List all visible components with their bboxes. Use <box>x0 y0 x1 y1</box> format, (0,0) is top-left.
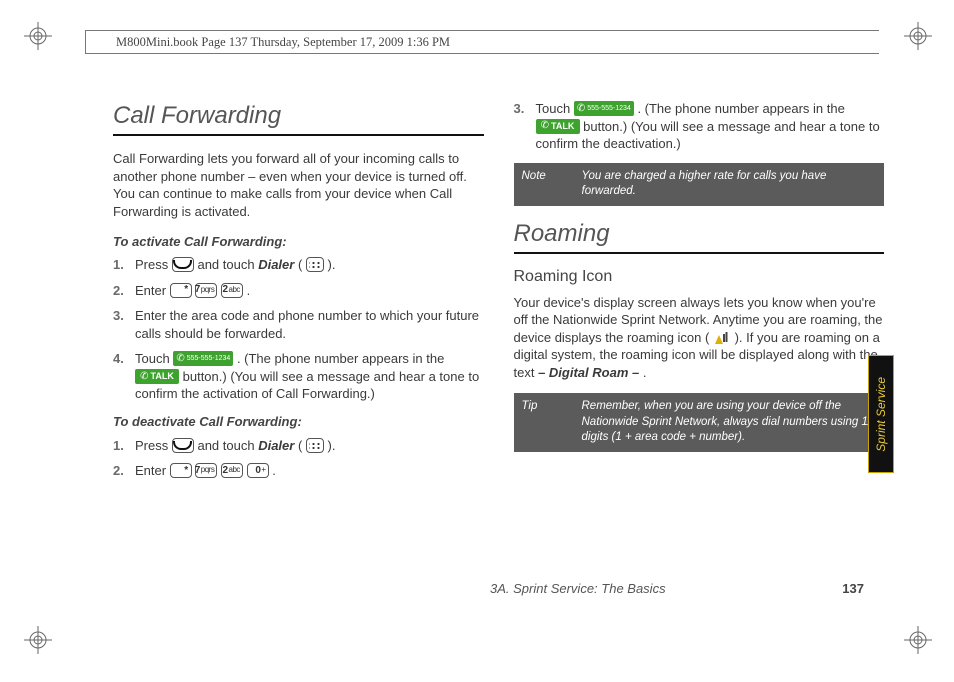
dialer-label: Dialer <box>258 257 294 272</box>
roaming-icon <box>713 330 731 345</box>
note-tag: Note <box>514 163 582 206</box>
heading-roaming: Roaming <box>514 218 885 254</box>
footer-page-number: 137 <box>842 581 864 596</box>
talk-button-icon: TALK <box>135 369 179 384</box>
doc-header-stamp: M800Mini.book Page 137 Thursday, Septemb… <box>85 30 879 54</box>
call-bar-icon: 555-555-1234 <box>173 351 233 366</box>
cf-activate-steps: Press and touch Dialer ( ). Enter * 7pqr… <box>113 256 484 403</box>
key-star-icon: * <box>170 283 192 298</box>
tip-body: Remember, when you are using your device… <box>582 393 885 452</box>
step: Enter the area code and phone number to … <box>131 307 484 342</box>
note-callout: Note You are charged a higher rate for c… <box>514 163 885 206</box>
crop-mark-icon <box>24 626 52 654</box>
step: Touch 555-555-1234 . (The phone number a… <box>532 100 885 153</box>
cf-activate-head: To activate Call Forwarding: <box>113 233 484 251</box>
key-7-icon: 7pqrs <box>195 283 217 298</box>
cf-deactivate-steps: Press and touch Dialer ( ). Enter * 7pqr… <box>113 437 484 480</box>
cf-deactivate-head: To deactivate Call Forwarding: <box>113 413 484 431</box>
key-7-icon: 7pqrs <box>195 463 217 478</box>
cf-deactivate-steps-cont: Touch 555-555-1234 . (The phone number a… <box>514 100 885 153</box>
key-2-icon: 2abc <box>221 463 243 478</box>
home-key-icon <box>172 438 194 453</box>
step: Press and touch Dialer ( ). <box>131 437 484 455</box>
step: Touch 555-555-1234 . (The phone number a… <box>131 350 484 403</box>
heading-roaming-icon: Roaming Icon <box>514 266 885 288</box>
left-column: Call Forwarding Call Forwarding lets you… <box>113 100 484 490</box>
roaming-body: Your device's display screen always lets… <box>514 294 885 382</box>
crop-mark-icon <box>904 22 932 50</box>
dialer-icon <box>306 438 324 453</box>
crop-mark-icon <box>904 626 932 654</box>
dialer-icon <box>306 257 324 272</box>
step: Enter * 7pqrs 2abc 0+ . <box>131 462 484 480</box>
cf-intro: Call Forwarding lets you forward all of … <box>113 150 484 220</box>
step: Enter * 7pqrs 2abc . <box>131 282 484 300</box>
call-bar-icon: 555-555-1234 <box>574 101 634 116</box>
step: Press and touch Dialer ( ). <box>131 256 484 274</box>
page-footer: 3A. Sprint Service: The Basics 137 <box>490 581 864 596</box>
crop-mark-icon <box>24 22 52 50</box>
tip-callout: Tip Remember, when you are using your de… <box>514 393 885 452</box>
dialer-label: Dialer <box>258 438 294 453</box>
right-column: Touch 555-555-1234 . (The phone number a… <box>514 100 885 490</box>
home-key-icon <box>172 257 194 272</box>
section-side-tab: Sprint Service <box>868 355 894 473</box>
footer-section: 3A. Sprint Service: The Basics <box>490 581 666 596</box>
key-2-icon: 2abc <box>221 283 243 298</box>
heading-call-forwarding: Call Forwarding <box>113 100 484 136</box>
key-0-icon: 0+ <box>247 463 269 478</box>
key-star-icon: * <box>170 463 192 478</box>
tip-tag: Tip <box>514 393 582 452</box>
note-body: You are charged a higher rate for calls … <box>582 163 885 206</box>
doc-header-frame: M800Mini.book Page 137 Thursday, Septemb… <box>85 30 879 56</box>
talk-button-icon: TALK <box>536 119 580 134</box>
